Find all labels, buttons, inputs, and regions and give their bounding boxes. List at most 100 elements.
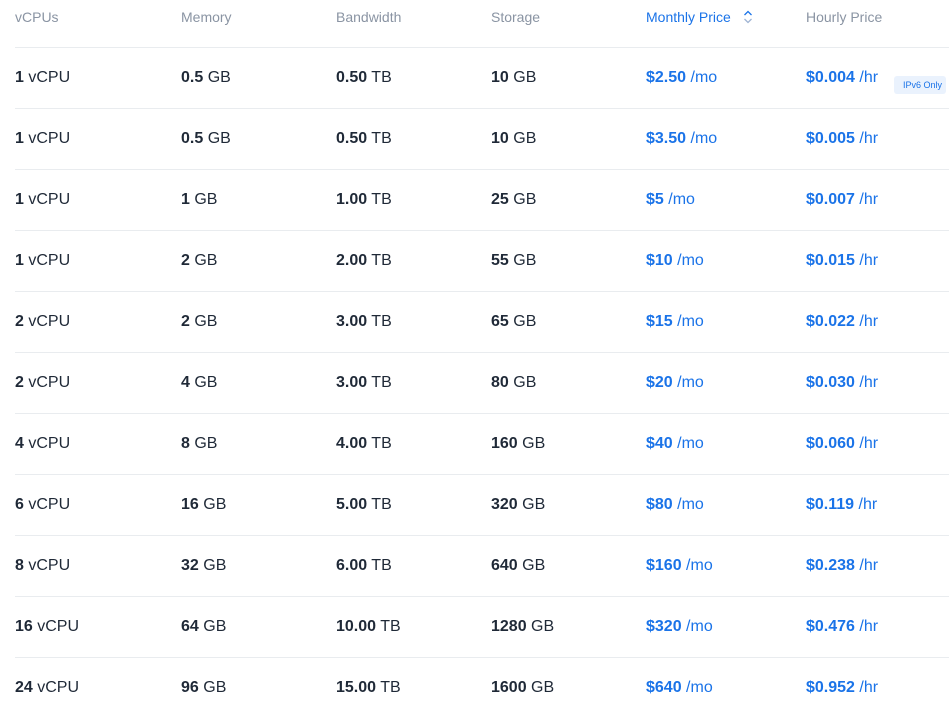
storage-cell-value: 160 (491, 435, 518, 452)
table-row[interactable]: 1 vCPU 0.5 GB 0.50 TB 10 GB $3.50 /mo $0.005 … (15, 109, 949, 170)
monthly-price-cell: $2.50 /mo (646, 69, 717, 87)
storage-cell: 25 GB (491, 191, 536, 209)
vcpu-cell: 4 vCPU (15, 435, 70, 453)
hourly-price-cell-value: $0.060 (806, 435, 855, 452)
storage-cell-value: 65 (491, 313, 509, 330)
memory-cell-value: 32 (181, 557, 199, 574)
bandwidth-cell: 0.50 TB (336, 130, 392, 148)
memory-cell-value: 16 (181, 496, 199, 513)
header-hourly-price[interactable]: Hourly Price (806, 9, 882, 25)
vcpu-cell-unit: vCPU (28, 69, 71, 86)
hourly-price-cell-unit: /hr (859, 679, 879, 696)
pricing-table: vCPUs Memory Bandwidth Storage Monthly P… (15, 0, 949, 718)
vcpu-cell-unit: vCPU (37, 618, 80, 635)
table-row[interactable]: 1 vCPU 2 GB 2.00 TB 55 GB $10 /mo $0.015 /hr (15, 231, 949, 292)
vcpu-cell: 6 vCPU (15, 496, 70, 514)
storage-cell-value: 80 (491, 374, 509, 391)
bandwidth-cell-unit: TB (371, 496, 392, 513)
bandwidth-cell-value: 0.50 (336, 69, 368, 86)
memory-cell-value: 2 (181, 313, 190, 330)
monthly-price-cell-value: $640 (646, 679, 682, 696)
bandwidth-cell: 4.00 TB (336, 435, 392, 453)
storage-cell-unit: GB (513, 252, 537, 269)
storage-cell: 160 GB (491, 435, 545, 453)
storage-cell-unit: GB (513, 69, 537, 86)
hourly-price-cell: $0.952 /hr (806, 679, 878, 697)
storage-cell-unit: GB (531, 618, 555, 635)
bandwidth-cell-unit: TB (371, 557, 392, 574)
hourly-price-cell: $0.022 /hr (806, 313, 878, 331)
vcpu-cell: 1 vCPU (15, 252, 70, 270)
header-monthly-price[interactable]: Monthly Price (646, 9, 753, 27)
monthly-price-cell: $3.50 /mo (646, 130, 717, 148)
table-row[interactable]: 24 vCPU 96 GB 15.00 TB 1600 GB $640 /mo $0.95… (15, 658, 949, 718)
header-storage[interactable]: Storage (491, 9, 540, 25)
vcpu-cell: 16 vCPU (15, 618, 79, 636)
vcpu-cell-value: 6 (15, 496, 24, 513)
header-bandwidth[interactable]: Bandwidth (336, 9, 401, 25)
table-row[interactable]: 8 vCPU 32 GB 6.00 TB 640 GB $160 /mo $0.238 /… (15, 536, 949, 597)
hourly-price-cell: $0.005 /hr (806, 130, 878, 148)
table-row[interactable]: 4 vCPU 8 GB 4.00 TB 160 GB $40 /mo $0.060 /hr (15, 414, 949, 475)
hourly-price-cell: $0.007 /hr (806, 191, 878, 209)
storage-cell-unit: GB (513, 191, 537, 208)
monthly-price-cell-value: $40 (646, 435, 673, 452)
memory-cell: 2 GB (181, 252, 217, 270)
table-row[interactable]: 6 vCPU 16 GB 5.00 TB 320 GB $80 /mo $0.119 /h… (15, 475, 949, 536)
storage-cell: 10 GB (491, 130, 536, 148)
table-row[interactable]: 2 vCPU 4 GB 3.00 TB 80 GB $20 /mo $0.030 /hr (15, 353, 949, 414)
hourly-price-cell-unit: /hr (859, 435, 879, 452)
memory-cell-value: 1 (181, 191, 190, 208)
bandwidth-cell-unit: TB (371, 130, 392, 147)
memory-cell-value: 96 (181, 679, 199, 696)
monthly-price-cell-value: $20 (646, 374, 673, 391)
storage-cell-value: 10 (491, 69, 509, 86)
vcpu-cell: 2 vCPU (15, 374, 70, 392)
memory-cell-value: 64 (181, 618, 199, 635)
storage-cell-unit: GB (522, 496, 546, 513)
bandwidth-cell-unit: TB (371, 374, 392, 391)
table-row[interactable]: 1 vCPU 0.5 GB 0.50 TB 10 GB $2.50 /mo $0.004 … (15, 48, 949, 109)
vcpu-cell-value: 2 (15, 374, 24, 391)
monthly-price-cell: $20 /mo (646, 374, 704, 392)
hourly-price-cell: $0.119 /hr (806, 496, 877, 514)
hourly-price-cell-unit: /hr (859, 69, 879, 86)
storage-cell: 65 GB (491, 313, 536, 331)
vcpu-cell-value: 1 (15, 191, 24, 208)
hourly-price-cell-value: $0.022 (806, 313, 855, 330)
table-row[interactable]: 2 vCPU 2 GB 3.00 TB 65 GB $15 /mo $0.022 /hr (15, 292, 949, 353)
hourly-price-cell-unit: /hr (859, 557, 879, 574)
table-header: vCPUs Memory Bandwidth Storage Monthly P… (15, 0, 949, 48)
storage-cell-unit: GB (513, 313, 537, 330)
memory-cell: 32 GB (181, 557, 226, 575)
vcpu-cell-unit: vCPU (28, 557, 71, 574)
hourly-price-cell: $0.015 /hr (806, 252, 878, 270)
sort-icon[interactable] (743, 10, 753, 27)
storage-cell: 1600 GB (491, 679, 554, 697)
monthly-price-cell-unit: /mo (677, 252, 704, 269)
hourly-price-cell-unit: /hr (859, 252, 879, 269)
bandwidth-cell: 0.50 TB (336, 69, 392, 87)
header-memory[interactable]: Memory (181, 9, 232, 25)
table-row[interactable]: 16 vCPU 64 GB 10.00 TB 1280 GB $320 /mo $0.47… (15, 597, 949, 658)
storage-cell-value: 10 (491, 130, 509, 147)
hourly-price-cell-value: $0.238 (806, 557, 855, 574)
memory-cell: 2 GB (181, 313, 217, 331)
bandwidth-cell-value: 5.00 (336, 496, 368, 513)
vcpu-cell-value: 24 (15, 679, 33, 696)
vcpu-cell: 8 vCPU (15, 557, 70, 575)
memory-cell-unit: GB (194, 374, 218, 391)
header-vcpus[interactable]: vCPUs (15, 9, 59, 25)
memory-cell-unit: GB (194, 435, 218, 452)
bandwidth-cell-value: 4.00 (336, 435, 368, 452)
hourly-price-cell-unit: /hr (859, 313, 879, 330)
storage-cell-unit: GB (513, 374, 537, 391)
monthly-price-cell-unit: /mo (690, 130, 718, 147)
table-row[interactable]: 1 vCPU 1 GB 1.00 TB 25 GB $5 /mo $0.007 /hr (15, 170, 949, 231)
memory-cell-unit: GB (194, 313, 218, 330)
vcpu-cell-value: 1 (15, 252, 24, 269)
bandwidth-cell-value: 0.50 (336, 130, 368, 147)
memory-cell: 4 GB (181, 374, 217, 392)
bandwidth-cell-value: 2.00 (336, 252, 368, 269)
hourly-price-cell-unit: /hr (859, 130, 879, 147)
